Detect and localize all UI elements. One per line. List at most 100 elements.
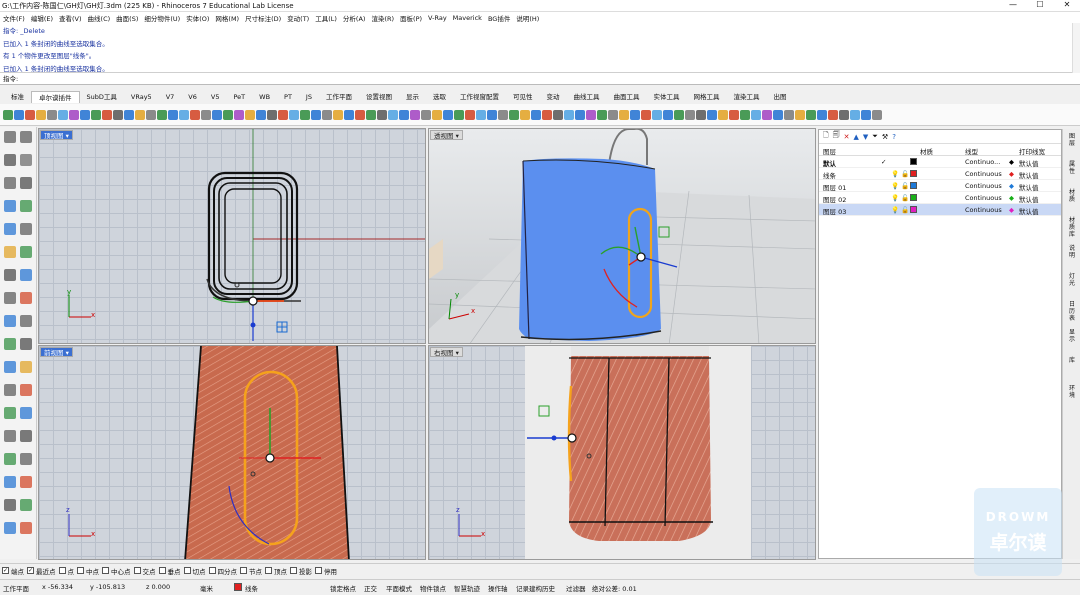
tool-button-icon[interactable] (146, 109, 156, 120)
menu-file[interactable]: 文件(F) (3, 13, 25, 23)
layer-print[interactable]: 默认值 (1019, 170, 1039, 180)
status-layer[interactable]: 线条 (245, 583, 258, 593)
tool-button-icon[interactable] (850, 109, 860, 120)
side-tab[interactable]: 说 明 (1065, 245, 1079, 259)
tool-icon[interactable] (4, 384, 16, 396)
lightbulb-icon[interactable]: 💡 (891, 194, 899, 202)
tab-select[interactable]: 选取 (426, 91, 453, 103)
menu-maverick[interactable]: Maverick (453, 14, 482, 22)
layer-color-swatch[interactable] (910, 158, 917, 165)
tool-icon[interactable] (4, 499, 16, 511)
tab-v5[interactable]: V5 (204, 91, 227, 103)
status-planar[interactable]: 平面模式 (386, 583, 412, 593)
tool-button-icon[interactable] (454, 109, 464, 120)
tool-button-icon[interactable] (322, 109, 332, 120)
menu-curve[interactable]: 曲线(C) (88, 13, 111, 23)
print-color-icon[interactable]: ◆ (1009, 194, 1014, 202)
command-input[interactable]: 指令: (0, 73, 1080, 85)
tool-icon[interactable] (4, 476, 16, 488)
osnap-option[interactable]: 中点 (77, 566, 99, 576)
checkbox[interactable] (58, 567, 66, 574)
tab-drowm-plugin[interactable]: 卓尔谟插件 (31, 90, 80, 103)
tool-button-icon[interactable] (124, 109, 134, 120)
tab-v7[interactable]: V7 (159, 91, 182, 103)
tool-icon[interactable] (4, 223, 16, 235)
tool-icon[interactable] (20, 292, 32, 304)
move-down-icon[interactable]: ▼ (863, 133, 868, 141)
tab-curve-tools[interactable]: 曲线工具 (566, 91, 606, 103)
tool-icon[interactable] (20, 361, 32, 373)
delete-layer-icon[interactable]: ✕ (844, 133, 850, 141)
tool-button-icon[interactable] (531, 109, 541, 120)
tool-icon[interactable] (20, 338, 32, 350)
tool-button-icon[interactable] (498, 109, 508, 120)
viewport-right[interactable]: 右视图 ▾ z x (428, 345, 816, 560)
checkbox[interactable] (133, 567, 141, 574)
tool-button-icon[interactable] (861, 109, 871, 120)
tool-icon[interactable] (20, 522, 32, 534)
layer-linetype[interactable]: Continuous (965, 194, 1002, 202)
tool-icon[interactable] (4, 131, 16, 143)
tool-button-icon[interactable] (366, 109, 376, 120)
checkbox[interactable] (77, 567, 84, 574)
tool-button-icon[interactable] (630, 109, 640, 120)
lightbulb-icon[interactable]: 💡 (891, 170, 899, 178)
status-osnap[interactable]: 物件锁点 (420, 583, 446, 593)
close-button[interactable]: ✕ (1057, 0, 1077, 9)
tool-icon[interactable] (4, 292, 16, 304)
viewport-right-label[interactable]: 右视图 ▾ (430, 347, 463, 357)
checkbox[interactable] (315, 567, 322, 574)
tool-icon[interactable] (4, 177, 16, 189)
checkbox[interactable] (183, 567, 191, 574)
move-up-icon[interactable]: ▲ (854, 133, 859, 141)
layer-linetype[interactable]: Continuous (965, 182, 1002, 190)
tool-button-icon[interactable] (223, 109, 233, 120)
tool-icon[interactable] (4, 453, 16, 465)
tool-button-icon[interactable] (168, 109, 178, 120)
tool-button-icon[interactable] (311, 109, 321, 120)
layer-linetype[interactable]: Continuo... (965, 158, 1000, 166)
tool-button-icon[interactable] (344, 109, 354, 120)
tool-button-icon[interactable] (564, 109, 574, 120)
tool-icon[interactable] (4, 200, 16, 212)
tool-button-icon[interactable] (542, 109, 552, 120)
lock-icon[interactable]: 🔓 (901, 194, 909, 202)
tool-button-icon[interactable] (234, 109, 244, 120)
side-tab[interactable]: 库 (1065, 357, 1079, 364)
menu-transform[interactable]: 变动(T) (287, 13, 309, 23)
tool-button-icon[interactable] (784, 109, 794, 120)
tab-visibility[interactable]: 可见性 (506, 91, 540, 103)
tool-button-icon[interactable] (47, 109, 57, 120)
layer-print[interactable]: 默认值 (1019, 182, 1039, 192)
tool-icon[interactable] (4, 522, 16, 534)
print-color-icon[interactable]: ◆ (1009, 206, 1014, 214)
tool-button-icon[interactable] (520, 109, 530, 120)
layer-color-swatch[interactable] (910, 194, 917, 201)
tool-button-icon[interactable] (509, 109, 519, 120)
tool-button-icon[interactable] (432, 109, 442, 120)
tool-button-icon[interactable] (388, 109, 398, 120)
tab-v6[interactable]: V6 (181, 91, 204, 103)
tool-button-icon[interactable] (762, 109, 772, 120)
tool-button-icon[interactable] (399, 109, 409, 120)
tool-icon[interactable] (20, 453, 32, 465)
tool-button-icon[interactable] (278, 109, 288, 120)
status-smarttrack[interactable]: 智慧轨迹 (454, 583, 480, 593)
status-history[interactable]: 记录建构历史 (516, 583, 555, 593)
tool-button-icon[interactable] (619, 109, 629, 120)
viewport-top[interactable]: 顶视图 ▾ y x (38, 128, 426, 344)
tool-button-icon[interactable] (443, 109, 453, 120)
tool-icon[interactable] (20, 476, 32, 488)
tool-icon[interactable] (4, 246, 16, 258)
menu-vray[interactable]: V-Ray (428, 14, 447, 22)
tool-icon[interactable] (4, 154, 16, 166)
side-tab[interactable]: 环 境 (1065, 385, 1079, 399)
side-tab[interactable]: 灯 光 (1065, 273, 1079, 287)
tool-button-icon[interactable] (80, 109, 90, 120)
tool-button-icon[interactable] (828, 109, 838, 120)
new-layer-icon[interactable]: 🗋 (823, 131, 829, 142)
lock-icon[interactable]: 🔓 (901, 206, 909, 214)
status-gumball[interactable]: 操作轴 (488, 583, 508, 593)
tool-button-icon[interactable] (641, 109, 651, 120)
osnap-option[interactable]: 停用 (315, 566, 337, 576)
